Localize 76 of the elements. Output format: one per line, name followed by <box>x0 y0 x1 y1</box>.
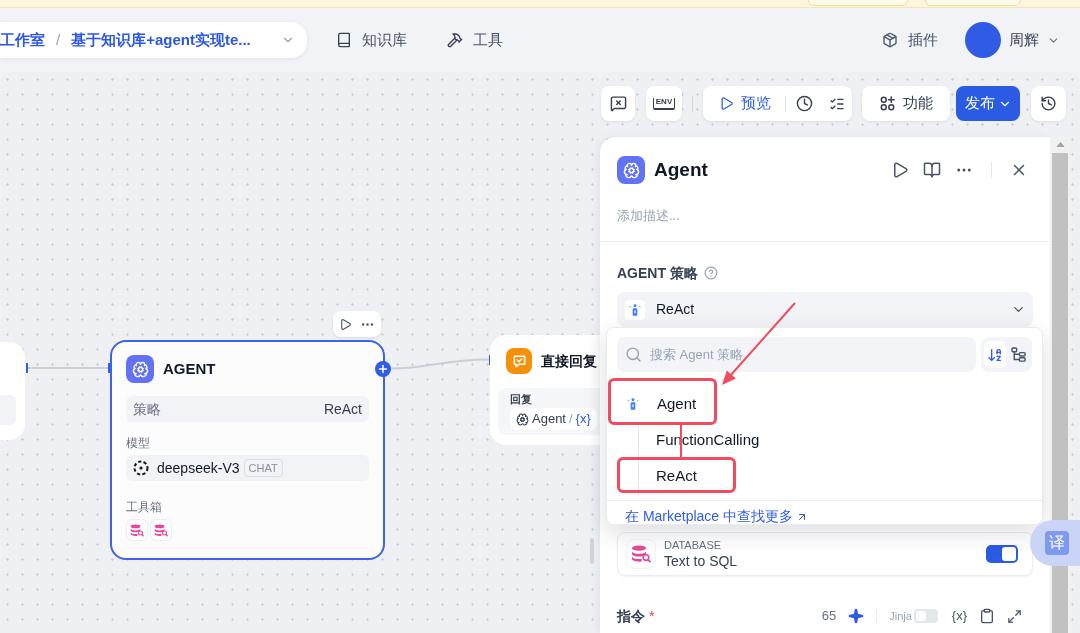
help-icon <box>703 266 718 280</box>
variable-separator: / <box>569 410 573 429</box>
section-label: 模型 <box>126 435 150 451</box>
panel-title: Agent <box>654 158 708 182</box>
search-field[interactable]: 搜索 Agent 策略 <box>617 337 977 372</box>
sparkle-icon[interactable] <box>848 608 865 624</box>
nav-item[interactable]: 工具 <box>447 28 503 52</box>
hammer-icon <box>447 32 463 48</box>
clipboard-icon[interactable] <box>979 608 995 624</box>
plus-icon <box>377 363 389 375</box>
toggle-switch[interactable] <box>913 609 938 623</box>
tool-category: DATABASE <box>664 538 722 552</box>
variable-name: {x} <box>575 410 591 429</box>
clock-icon[interactable] <box>796 95 813 112</box>
message-check-icon <box>506 348 532 374</box>
nav-item[interactable]: 知识库 <box>336 28 407 52</box>
circles-plus-icon <box>879 96 895 111</box>
expand-icon[interactable] <box>1007 608 1022 624</box>
package-icon <box>882 32 898 48</box>
tree-icon <box>1010 347 1026 362</box>
user-menu[interactable]: 周辉 <box>1009 28 1060 52</box>
database-search-icon <box>626 539 656 569</box>
section-title: 指令 <box>617 606 645 626</box>
play-icon <box>719 96 734 111</box>
node-title: 直接回复 <box>541 351 597 371</box>
tool-name: Text to SQL <box>664 551 738 570</box>
preview-button[interactable]: 预览 <box>703 92 771 115</box>
database-search-icon <box>126 519 148 541</box>
book-open-icon[interactable] <box>923 161 941 180</box>
robot-icon <box>629 302 641 317</box>
breadcrumb-link[interactable]: 基于知识库+agent实现te... <box>71 28 251 52</box>
breadcrumb-link[interactable]: 工作室 <box>0 28 45 52</box>
strategy-select[interactable]: ReAct <box>617 292 1033 327</box>
marketplace-link[interactable]: 在 Marketplace 中查找更多 <box>625 506 809 527</box>
clear-chat-button[interactable] <box>601 86 635 121</box>
model-name: deepseek-V3 <box>157 458 240 478</box>
robot-icon <box>627 397 639 411</box>
search-icon <box>625 346 642 363</box>
plugins-button[interactable]: 插件 <box>882 28 938 52</box>
model-badge: CHAT <box>243 459 283 477</box>
book-icon <box>336 32 352 48</box>
field-value: ReAct <box>323 399 362 419</box>
play-icon[interactable] <box>891 161 909 180</box>
required-mark: * <box>649 606 655 626</box>
history-icon <box>1040 95 1057 112</box>
message-x-icon <box>609 95 627 112</box>
jinja-label: Jinja <box>889 608 912 624</box>
brain-gear-icon <box>126 355 154 383</box>
character-count: 65 <box>821 607 837 626</box>
sort-az-icon <box>987 346 1004 363</box>
node-handle <box>26 363 28 373</box>
breadcrumb-separator: / <box>56 29 61 50</box>
sort-button[interactable] <box>984 341 1007 368</box>
brain-gear-icon <box>516 412 529 426</box>
database-search-icon <box>150 519 172 541</box>
description-field[interactable]: 添加描述... <box>617 205 1017 226</box>
agent-node[interactable]: AGENT 策略 ReAct 模型 deepseek-V3 CHAT 工具箱 <box>110 340 385 560</box>
history-button[interactable] <box>1031 86 1066 121</box>
node-handle <box>108 363 110 373</box>
section-title: AGENT 策略 <box>617 264 698 283</box>
field-label: 回复 <box>510 392 532 407</box>
env-button[interactable]: ENV <box>646 86 682 121</box>
publish-button[interactable]: 发布 <box>956 86 1020 121</box>
play-icon[interactable] <box>339 317 352 331</box>
field-label: 策略 <box>133 399 161 419</box>
strategy-option[interactable]: ReAct <box>607 458 1042 494</box>
variable-source: Agent <box>532 410 566 429</box>
dashed-ring-icon <box>133 460 149 476</box>
node-title: AGENT <box>163 358 216 379</box>
variable-button[interactable]: {x} <box>951 606 967 626</box>
brain-gear-icon <box>617 156 645 185</box>
section-label: 工具箱 <box>126 499 162 515</box>
user-avatar <box>965 22 1001 58</box>
features-button[interactable]: 功能 <box>862 86 950 121</box>
toggle-switch[interactable] <box>986 545 1018 563</box>
add-node-button[interactable] <box>375 361 391 377</box>
